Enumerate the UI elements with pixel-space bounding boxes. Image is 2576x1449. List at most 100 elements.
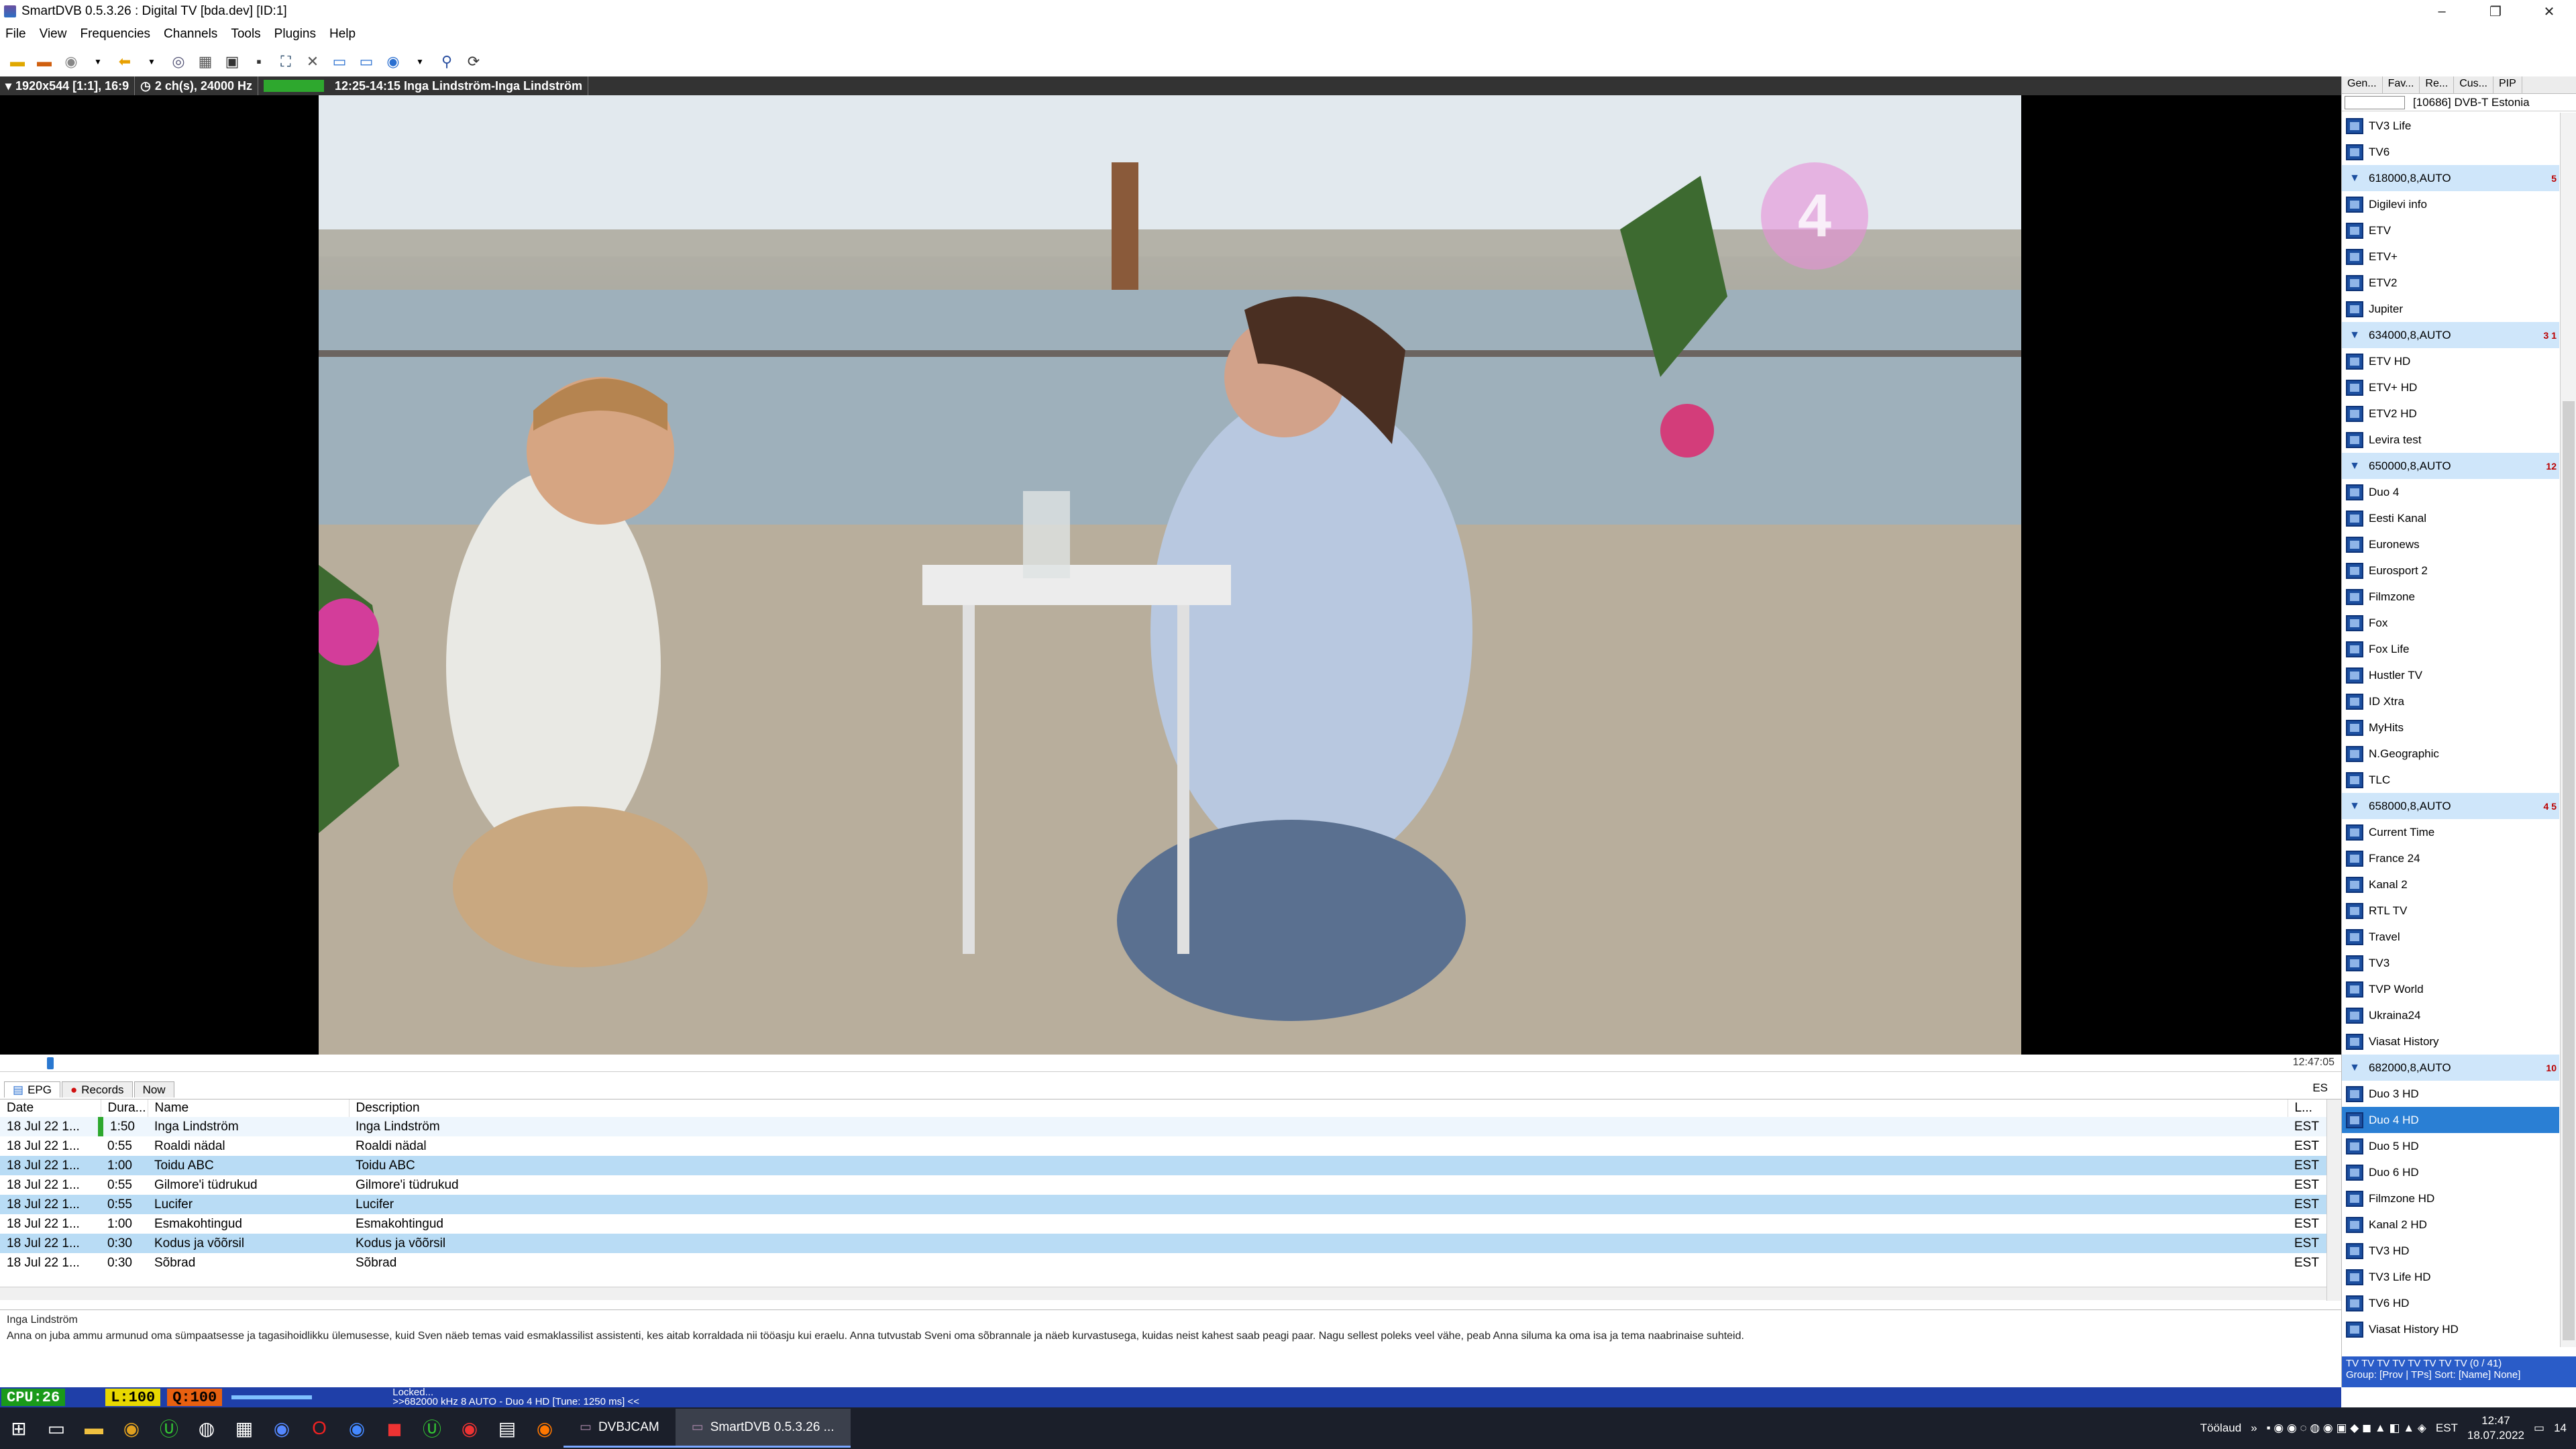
channel-item[interactable]: Duo 4 HD: [2342, 1107, 2559, 1133]
table-row[interactable]: 18 Jul 22 1... 0:30 Kodus ja võõrsil Kodus …: [0, 1234, 2328, 1253]
progress-knob[interactable]: [47, 1057, 54, 1069]
chevron-up-icon[interactable]: »: [2251, 1421, 2257, 1435]
frequency-group[interactable]: ▼ 650000,8,AUTO 12: [2342, 453, 2559, 479]
frequency-group[interactable]: ▼ 634000,8,AUTO 3 1: [2342, 322, 2559, 348]
channel-item[interactable]: Viasat History: [2342, 1028, 2559, 1055]
menu-file[interactable]: File: [5, 27, 26, 42]
channel-item[interactable]: ETV2 HD: [2342, 400, 2559, 427]
channel-item[interactable]: Duo 3 HD: [2342, 1081, 2559, 1107]
utorrent-icon[interactable]: Ⓤ: [150, 1409, 188, 1447]
channel-item[interactable]: ETV: [2342, 217, 2559, 244]
chevron-down-icon[interactable]: ▼: [87, 51, 109, 72]
opera-icon[interactable]: O: [301, 1409, 338, 1447]
menu-plugins[interactable]: Plugins: [274, 27, 316, 42]
epg-hscrollbar[interactable]: [0, 1287, 2326, 1300]
menu-view[interactable]: View: [40, 27, 67, 42]
notes-icon[interactable]: ▤: [488, 1409, 526, 1447]
desktop-toolbar-label[interactable]: Töölaud: [2200, 1421, 2241, 1435]
channel-item[interactable]: Euronews: [2342, 531, 2559, 557]
col-language[interactable]: L...: [2288, 1099, 2328, 1117]
channel-item[interactable]: RTL TV: [2342, 898, 2559, 924]
record-app-icon[interactable]: ◉: [451, 1409, 488, 1447]
channel-item[interactable]: Kanal 2: [2342, 871, 2559, 898]
table-row[interactable]: 18 Jul 22 1... 1:00 Toidu ABC Toidu ABC EST: [0, 1156, 2328, 1175]
table-row[interactable]: 18 Jul 22 1... 0:55 Gilmore'i tüdrukud Gilm…: [0, 1175, 2328, 1195]
utorrent2-icon[interactable]: Ⓤ: [413, 1409, 451, 1447]
channel-item[interactable]: TV3 Life: [2342, 113, 2559, 139]
channel-item[interactable]: MyHits: [2342, 714, 2559, 741]
col-date[interactable]: Date: [0, 1099, 101, 1117]
media-icon[interactable]: ◉: [263, 1409, 301, 1447]
record-icon[interactable]: ◉: [60, 51, 82, 72]
fullscreen-icon[interactable]: ⛶: [275, 51, 297, 72]
menu-frequencies[interactable]: Frequencies: [80, 27, 150, 42]
tab-records[interactable]: ● Records: [61, 1081, 133, 1097]
channel-item[interactable]: Eesti Kanal: [2342, 505, 2559, 531]
channel-item[interactable]: N.Geographic: [2342, 741, 2559, 767]
channel-item[interactable]: Digilevi info: [2342, 191, 2559, 217]
snapshot-icon[interactable]: ◎: [168, 51, 189, 72]
channel-scrollbar[interactable]: [2560, 113, 2576, 1347]
video-frame[interactable]: 4: [319, 95, 2021, 1055]
filter-dropdown[interactable]: [2345, 95, 2405, 109]
channel-item[interactable]: Ukraina24: [2342, 1002, 2559, 1028]
taskbar-app-dvbjcam[interactable]: ▭ DVBJCAM: [564, 1409, 676, 1448]
expand-icon[interactable]: ▼: [2346, 460, 2363, 472]
window-icon[interactable]: ▣: [221, 51, 243, 72]
qbittorrent-icon[interactable]: ◉: [338, 1409, 376, 1447]
expand-icon[interactable]: ▼: [2346, 800, 2363, 812]
expand-icon[interactable]: ▼: [2346, 172, 2363, 184]
channel-item[interactable]: Duo 6 HD: [2342, 1159, 2559, 1185]
maximize-button[interactable]: ❐: [2469, 0, 2522, 23]
chrome-icon[interactable]: ◉: [113, 1409, 150, 1447]
menu-help[interactable]: Help: [329, 27, 356, 42]
channel-item[interactable]: Jupiter: [2342, 296, 2559, 322]
tv-window-icon[interactable]: ▭: [329, 51, 350, 72]
epg-vscrollbar[interactable]: [2326, 1099, 2341, 1301]
channel-item[interactable]: France 24: [2342, 845, 2559, 871]
channel-item[interactable]: ETV HD: [2342, 348, 2559, 374]
col-description[interactable]: Description: [349, 1099, 2288, 1117]
firefox-icon[interactable]: ◉: [526, 1409, 564, 1447]
expand-icon[interactable]: ▼: [2346, 329, 2363, 341]
close-button[interactable]: ✕: [2522, 0, 2576, 23]
tab-general[interactable]: Gen...: [2342, 76, 2383, 93]
table-row[interactable]: 18 Jul 22 1... 0:30 Sõbrad Sõbrad EST: [0, 1253, 2328, 1273]
channel-item[interactable]: TV6 HD: [2342, 1290, 2559, 1316]
col-duration[interactable]: Dura...: [101, 1099, 148, 1117]
channel-item[interactable]: ID Xtra: [2342, 688, 2559, 714]
tools-icon[interactable]: ✕: [302, 51, 323, 72]
table-row[interactable]: 18 Jul 22 1... 1:00 Esmakohtingud Esmakohti…: [0, 1214, 2328, 1234]
grid-icon[interactable]: ▦: [195, 51, 216, 72]
group-sort-row[interactable]: Group: [Prov | TPs] Sort: [Name] None]: [2346, 1369, 2573, 1381]
channel-item[interactable]: Duo 4: [2342, 479, 2559, 505]
channel-item[interactable]: TV6: [2342, 139, 2559, 165]
channel-item[interactable]: Hustler TV: [2342, 662, 2559, 688]
chevron-down-icon[interactable]: ▼: [409, 51, 431, 72]
chevron-down-icon[interactable]: ▼: [141, 51, 162, 72]
game-icon[interactable]: ◼: [376, 1409, 413, 1447]
screen-icon[interactable]: ▪: [248, 51, 270, 72]
col-name[interactable]: Name: [148, 1099, 350, 1117]
task-view-icon[interactable]: ▭: [38, 1409, 75, 1447]
scroll-thumb[interactable]: [2563, 401, 2575, 1340]
channel-item[interactable]: Filmzone: [2342, 584, 2559, 610]
channel-item[interactable]: TV3 HD: [2342, 1238, 2559, 1264]
channel-item[interactable]: Current Time: [2342, 819, 2559, 845]
tab-epg[interactable]: ▤ EPG: [4, 1081, 60, 1097]
tv-screen-icon[interactable]: ▭: [356, 51, 377, 72]
channel-item[interactable]: Viasat History HD: [2342, 1316, 2559, 1342]
language-select[interactable]: ES: [2312, 1081, 2328, 1095]
notification-icon[interactable]: ▭: [2534, 1421, 2544, 1435]
minimize-button[interactable]: –: [2415, 0, 2469, 23]
channel-item[interactable]: Filmzone HD: [2342, 1185, 2559, 1212]
expand-icon[interactable]: ▼: [2346, 1062, 2363, 1074]
film-icon[interactable]: ▦: [225, 1409, 263, 1447]
tab-custom[interactable]: Cus...: [2454, 76, 2493, 93]
channel-item[interactable]: Travel: [2342, 924, 2559, 950]
channel-item[interactable]: Eurosport 2: [2342, 557, 2559, 584]
channel-item[interactable]: ETV+: [2342, 244, 2559, 270]
channel-item[interactable]: ETV+ HD: [2342, 374, 2559, 400]
frequency-group[interactable]: ▼ 682000,8,AUTO 10: [2342, 1055, 2559, 1081]
table-row[interactable]: 18 Jul 22 1... 1:50 Inga Lindström Inga Lin…: [0, 1117, 2328, 1136]
